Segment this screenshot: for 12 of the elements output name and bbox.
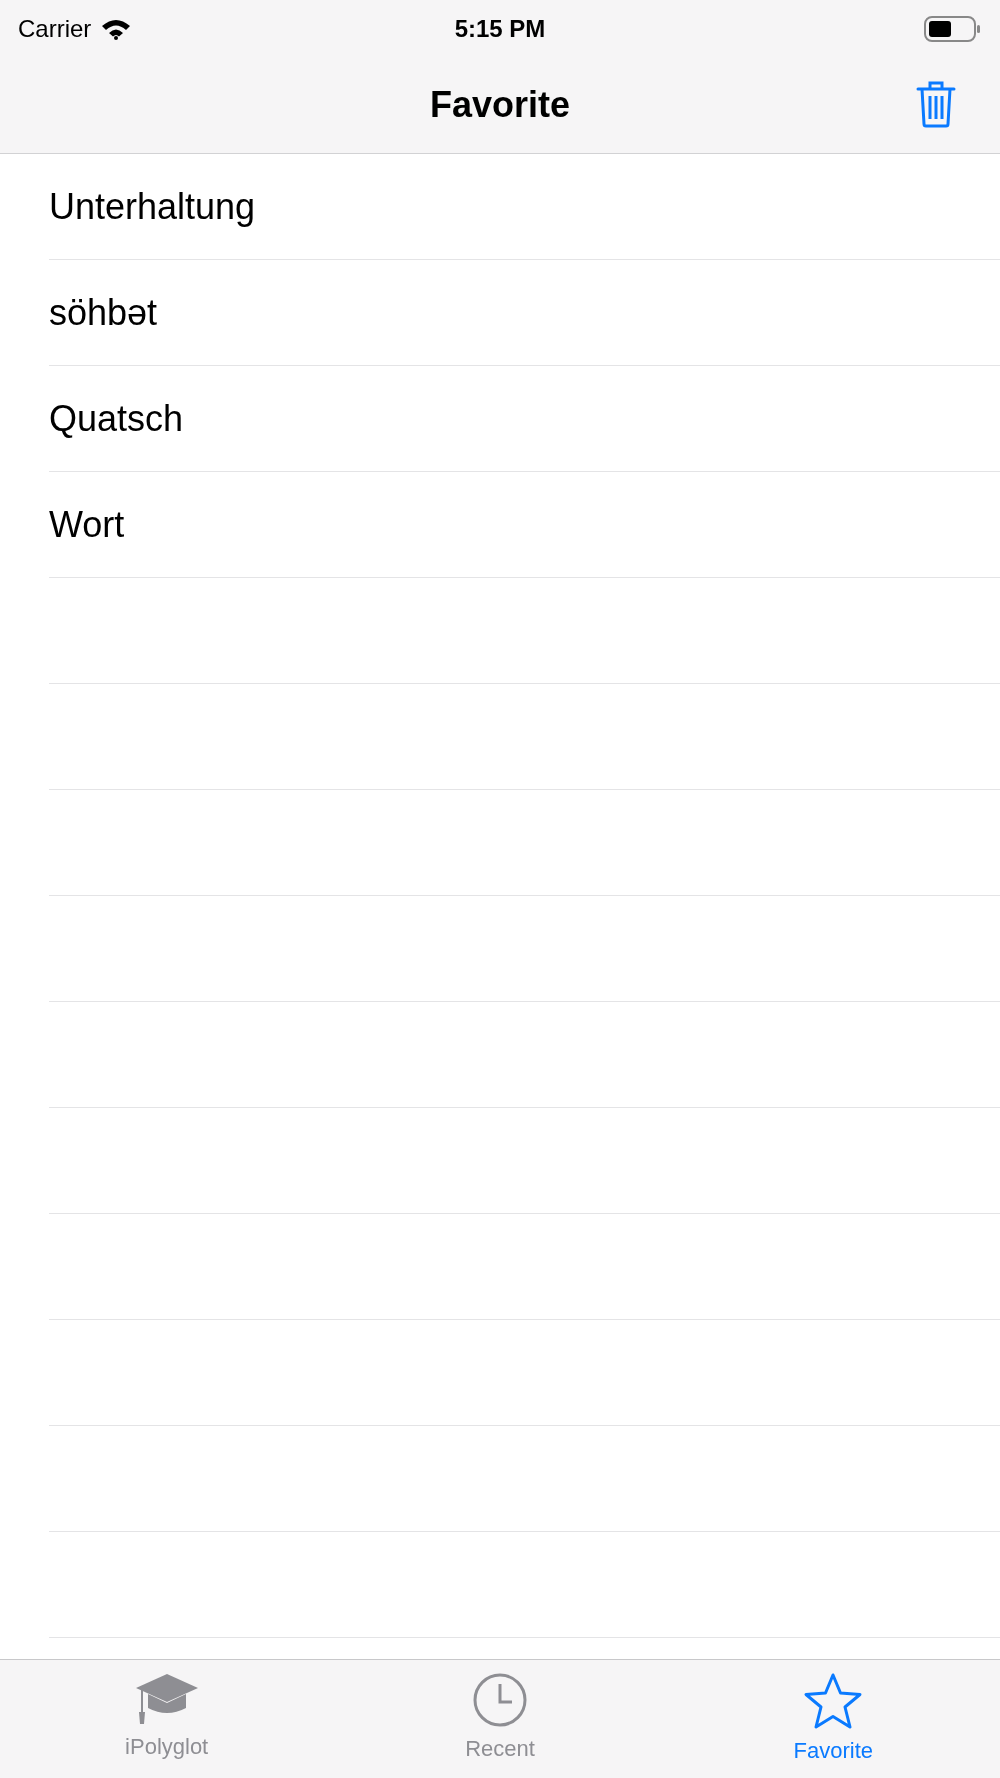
- battery-icon: [924, 15, 982, 42]
- list-item[interactable]: Unterhaltung: [49, 179, 256, 234]
- wifi-icon: [101, 17, 132, 40]
- status-time: 5:15 PM: [454, 13, 546, 44]
- list-item[interactable]: söhbət: [49, 285, 158, 340]
- carrier-name: Carrier: [18, 13, 92, 44]
- trash-icon: [916, 80, 956, 128]
- list-item[interactable]: Quatsch: [49, 391, 184, 446]
- nav-title: Favorite: [429, 83, 570, 127]
- tab-item[interactable]: Favorite: [666, 1660, 1000, 1778]
- clock-icon: [472, 1672, 528, 1728]
- list-item[interactable]: Wort: [49, 497, 125, 552]
